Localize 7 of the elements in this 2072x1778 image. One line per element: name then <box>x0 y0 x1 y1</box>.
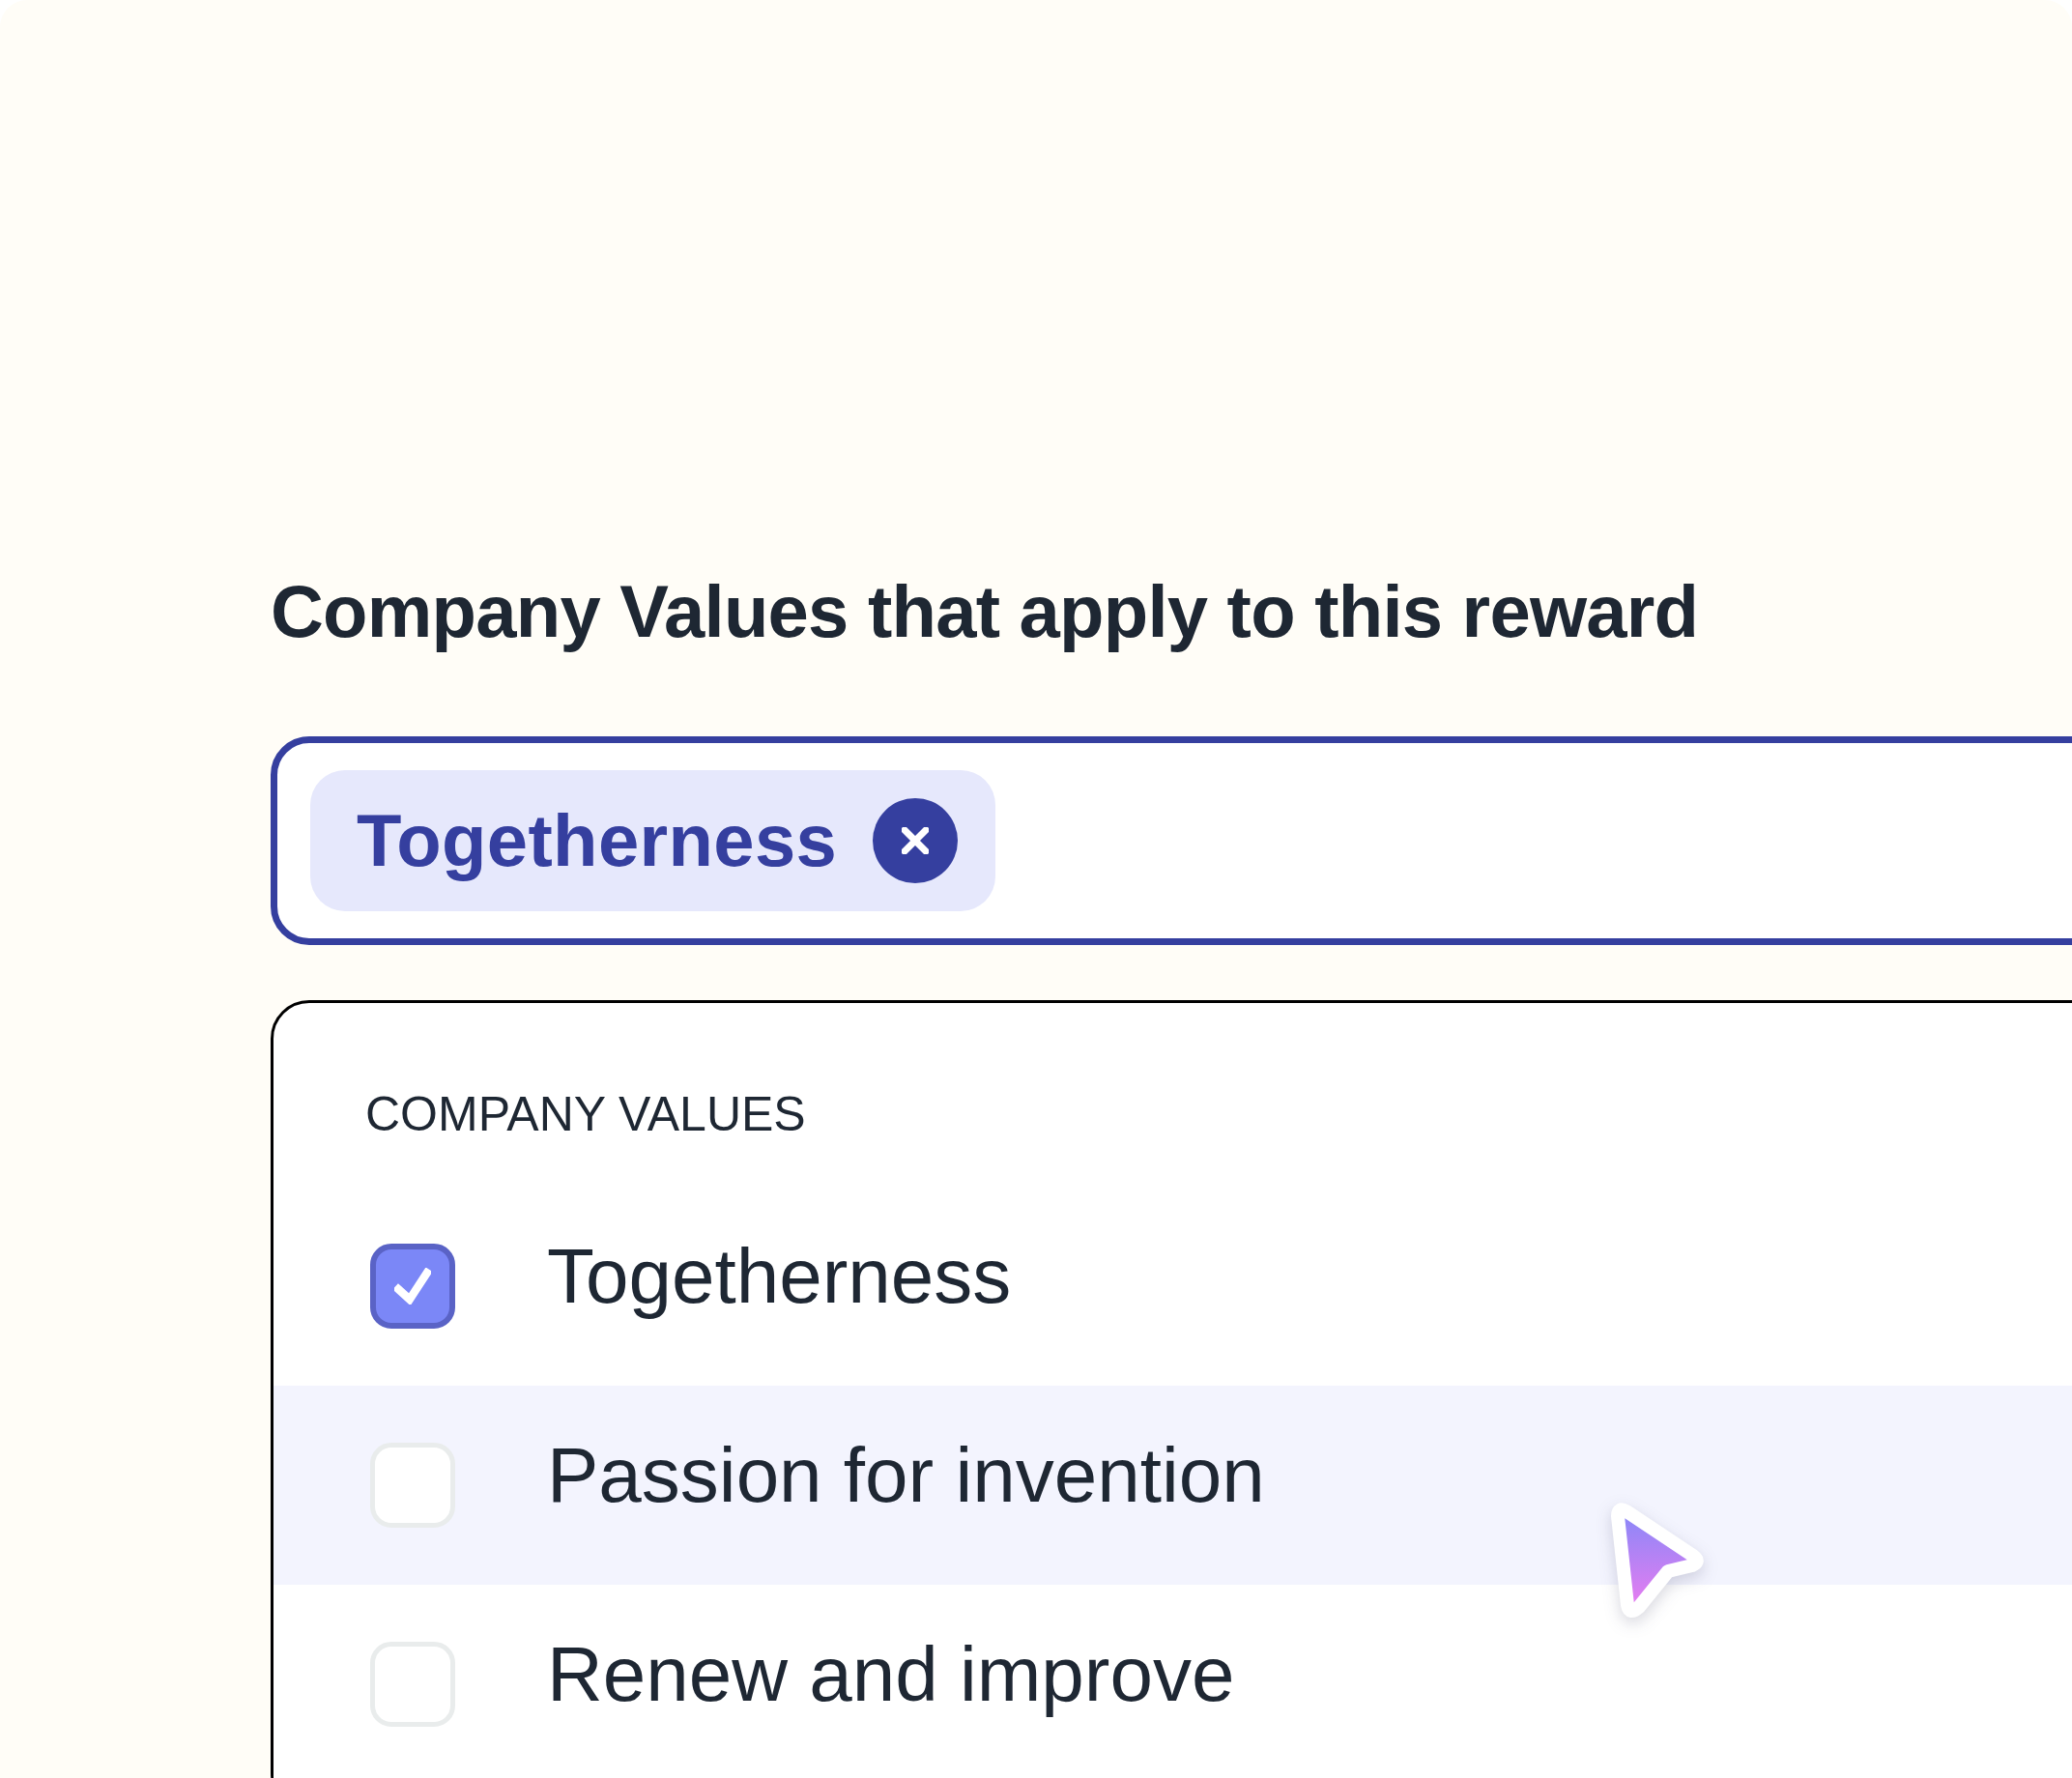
section-label: COMPANY VALUES <box>364 1090 807 1138</box>
check-icon <box>394 1268 431 1305</box>
tag-input-field[interactable]: Togetherness <box>271 736 2072 945</box>
checkbox[interactable] <box>370 1244 455 1329</box>
option-label: Passion for invention <box>547 1437 1265 1514</box>
close-icon <box>902 827 930 854</box>
value-option[interactable]: Passion for invention <box>273 1386 2072 1585</box>
